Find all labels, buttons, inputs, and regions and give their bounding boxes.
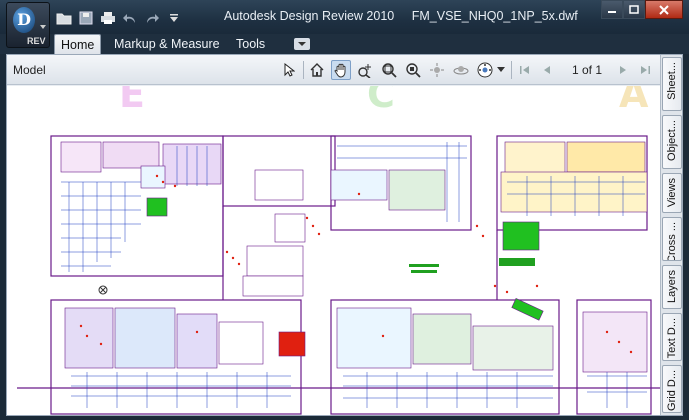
orbit-icon[interactable] <box>427 60 447 80</box>
quick-access-toolbar <box>54 8 184 28</box>
file-name: FM_VSE_NHQ0_1NP_5x.dwf <box>411 9 578 23</box>
viewer-frame: Model 1 of 1 E C A Sheet... Object... Vi… <box>6 54 683 416</box>
toolbar-divider <box>303 61 304 79</box>
tab-home[interactable]: Home <box>54 34 102 54</box>
tab-layers[interactable]: Layers <box>662 265 682 309</box>
title-bar: Autodesk Design Review 2010 FM_VSE_NHQ0_… <box>0 0 689 34</box>
save-icon[interactable] <box>76 8 96 28</box>
zoom-rectangle-icon[interactable] <box>379 60 399 80</box>
app-name: Autodesk Design Review 2010 <box>224 9 395 23</box>
minimize-icon[interactable] <box>601 0 623 19</box>
close-icon[interactable] <box>645 0 683 19</box>
tab-sheets[interactable]: Sheet... <box>662 57 682 111</box>
application-menu-button[interactable]: D REV <box>6 2 50 48</box>
first-page-icon[interactable] <box>515 60 535 80</box>
tab-objects-label: Object... <box>666 120 678 161</box>
tab-text-data-label: Text D... <box>666 318 678 359</box>
tab-views[interactable]: Views <box>662 173 682 213</box>
tab-cross-sections[interactable]: Cross ... <box>662 217 682 261</box>
floor-plan-drawing <box>17 135 661 415</box>
drawing-canvas[interactable]: E C A <box>7 86 661 415</box>
ribbon-minimize-toggle[interactable] <box>294 38 310 50</box>
next-page-icon[interactable] <box>613 60 633 80</box>
tab-layers-label: Layers <box>666 270 678 304</box>
pan-hand-icon[interactable] <box>331 60 351 80</box>
tab-grid-data[interactable]: Grid D... <box>662 365 682 413</box>
tab-views-label: Views <box>666 178 678 208</box>
window-controls <box>601 0 683 19</box>
canvas-toolbar: Model 1 of 1 <box>7 55 661 85</box>
window-title: Autodesk Design Review 2010 FM_VSE_NHQ0_… <box>224 9 578 23</box>
fit-to-window-icon[interactable] <box>403 60 423 80</box>
zoom-icon[interactable] <box>355 60 375 80</box>
open-folder-icon[interactable] <box>54 8 74 28</box>
previous-page-icon[interactable] <box>537 60 557 80</box>
customize-dropdown-icon[interactable] <box>164 8 184 28</box>
tab-cross-sections-label: Cross ... <box>666 222 678 261</box>
tab-objects[interactable]: Object... <box>662 115 682 169</box>
maximize-icon[interactable] <box>623 0 645 19</box>
dropdown-icon[interactable] <box>495 60 507 80</box>
redo-icon[interactable] <box>142 8 162 28</box>
chevron-down-icon <box>40 25 46 29</box>
turntable-icon[interactable] <box>451 60 471 80</box>
home-view-icon[interactable] <box>307 60 327 80</box>
tab-tools[interactable]: Tools <box>230 34 271 54</box>
model-label: Model <box>13 63 46 77</box>
app-logo: D <box>13 7 35 33</box>
tab-markup-measure[interactable]: Markup & Measure <box>108 34 226 54</box>
print-icon[interactable] <box>98 8 118 28</box>
tab-sheets-label: Sheet... <box>666 62 678 100</box>
tab-grid-data-label: Grid D... <box>666 370 678 411</box>
undo-icon[interactable] <box>120 8 140 28</box>
ribbon-tab-bar: Home Markup & Measure Tools <box>0 34 689 54</box>
app-badge: REV <box>27 36 46 46</box>
steering-wheel-icon[interactable] <box>475 60 495 80</box>
tab-text-data[interactable]: Text D... <box>662 313 682 361</box>
side-panel-tabs: Sheet... Object... Views Cross ... Layer… <box>660 55 682 415</box>
last-page-icon[interactable] <box>635 60 655 80</box>
page-indicator: 1 of 1 <box>572 63 603 77</box>
select-icon[interactable] <box>279 60 299 80</box>
toolbar-divider <box>511 61 512 79</box>
